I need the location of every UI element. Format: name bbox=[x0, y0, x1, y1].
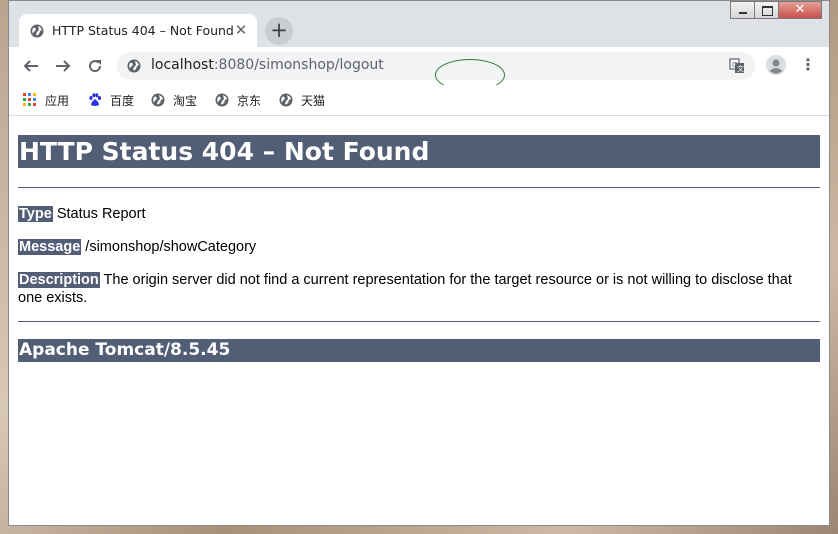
bookmark-baidu[interactable]: 百度 bbox=[88, 91, 134, 109]
minimize-icon bbox=[739, 12, 747, 14]
new-tab-button[interactable]: + bbox=[265, 17, 293, 45]
reload-button[interactable] bbox=[83, 54, 107, 78]
description-label: Description bbox=[18, 272, 100, 288]
profile-avatar-icon[interactable] bbox=[766, 55, 786, 75]
translate-icon[interactable]: G 文 bbox=[729, 58, 745, 74]
server-footer: Apache Tomcat/8.5.45 bbox=[18, 339, 820, 362]
minimize-button[interactable] bbox=[730, 1, 755, 19]
bookmark-apps[interactable]: 应用 bbox=[23, 91, 69, 109]
bookmark-label: 应用 bbox=[45, 93, 70, 108]
close-tab-icon[interactable]: ✕ bbox=[231, 20, 251, 40]
tab-title: HTTP Status 404 – Not Found bbox=[52, 23, 234, 38]
browser-window: HTTP Status 404 – Not Found ✕ + ✕ localh… bbox=[8, 0, 830, 526]
globe-icon bbox=[215, 93, 229, 107]
globe-icon bbox=[127, 59, 141, 73]
more-menu-icon[interactable]: ⋮ bbox=[800, 55, 816, 75]
globe-icon bbox=[30, 24, 44, 38]
url-path: :8080/simonshop/logout bbox=[213, 57, 384, 73]
divider bbox=[18, 187, 820, 188]
globe-icon bbox=[279, 93, 293, 107]
url-text[interactable]: localhost:8080/simonshop/logout bbox=[151, 57, 384, 73]
title-bar: HTTP Status 404 – Not Found ✕ + ✕ bbox=[9, 1, 829, 48]
message-label: Message bbox=[18, 239, 82, 255]
reload-icon bbox=[89, 60, 102, 73]
message-row: Message /simonshop/showCategory bbox=[18, 238, 820, 256]
bookmark-taobao[interactable]: 淘宝 bbox=[151, 91, 197, 109]
maximize-icon bbox=[762, 6, 773, 16]
back-button[interactable] bbox=[19, 54, 43, 78]
globe-icon bbox=[151, 93, 165, 107]
bookmark-label: 百度 bbox=[110, 93, 135, 108]
bookmark-label: 天猫 bbox=[301, 93, 326, 108]
forward-button[interactable] bbox=[51, 54, 75, 78]
bookmark-label: 淘宝 bbox=[173, 93, 198, 108]
bookmark-label: 京东 bbox=[237, 93, 262, 108]
description-value: The origin server did not find a current… bbox=[18, 272, 792, 306]
apps-grid-icon bbox=[23, 93, 36, 106]
description-row: Description The origin server did not fi… bbox=[18, 271, 820, 307]
bookmark-jd[interactable]: 京东 bbox=[215, 91, 261, 109]
page-content: HTTP Status 404 – Not Found Type Status … bbox=[9, 116, 829, 525]
maximize-button[interactable] bbox=[754, 1, 779, 19]
type-value: Status Report bbox=[56, 206, 146, 222]
divider bbox=[18, 321, 820, 322]
url-host: localhost bbox=[151, 57, 214, 73]
svg-text:文: 文 bbox=[737, 64, 744, 73]
close-icon: ✕ bbox=[794, 2, 806, 17]
message-value: /simonshop/showCategory bbox=[85, 239, 257, 255]
bookmarks-bar: 应用 百度 淘宝 京东 天猫 bbox=[9, 85, 829, 116]
browser-tab[interactable]: HTTP Status 404 – Not Found ✕ bbox=[19, 14, 257, 48]
navigation-toolbar: localhost:8080/simonshop/logout G 文 ⋮ bbox=[9, 47, 829, 91]
type-row: Type Status Report bbox=[18, 205, 820, 223]
baidu-paw-icon bbox=[89, 93, 101, 106]
window-controls: ✕ bbox=[730, 1, 822, 19]
arrow-left-icon bbox=[23, 60, 38, 72]
arrow-right-icon bbox=[56, 60, 71, 72]
address-bar[interactable]: localhost:8080/simonshop/logout G 文 bbox=[117, 52, 755, 91]
page-title: HTTP Status 404 – Not Found bbox=[18, 135, 820, 168]
bookmark-tmall[interactable]: 天猫 bbox=[279, 91, 325, 109]
type-label: Type bbox=[18, 206, 53, 222]
close-window-button[interactable]: ✕ bbox=[778, 1, 822, 19]
